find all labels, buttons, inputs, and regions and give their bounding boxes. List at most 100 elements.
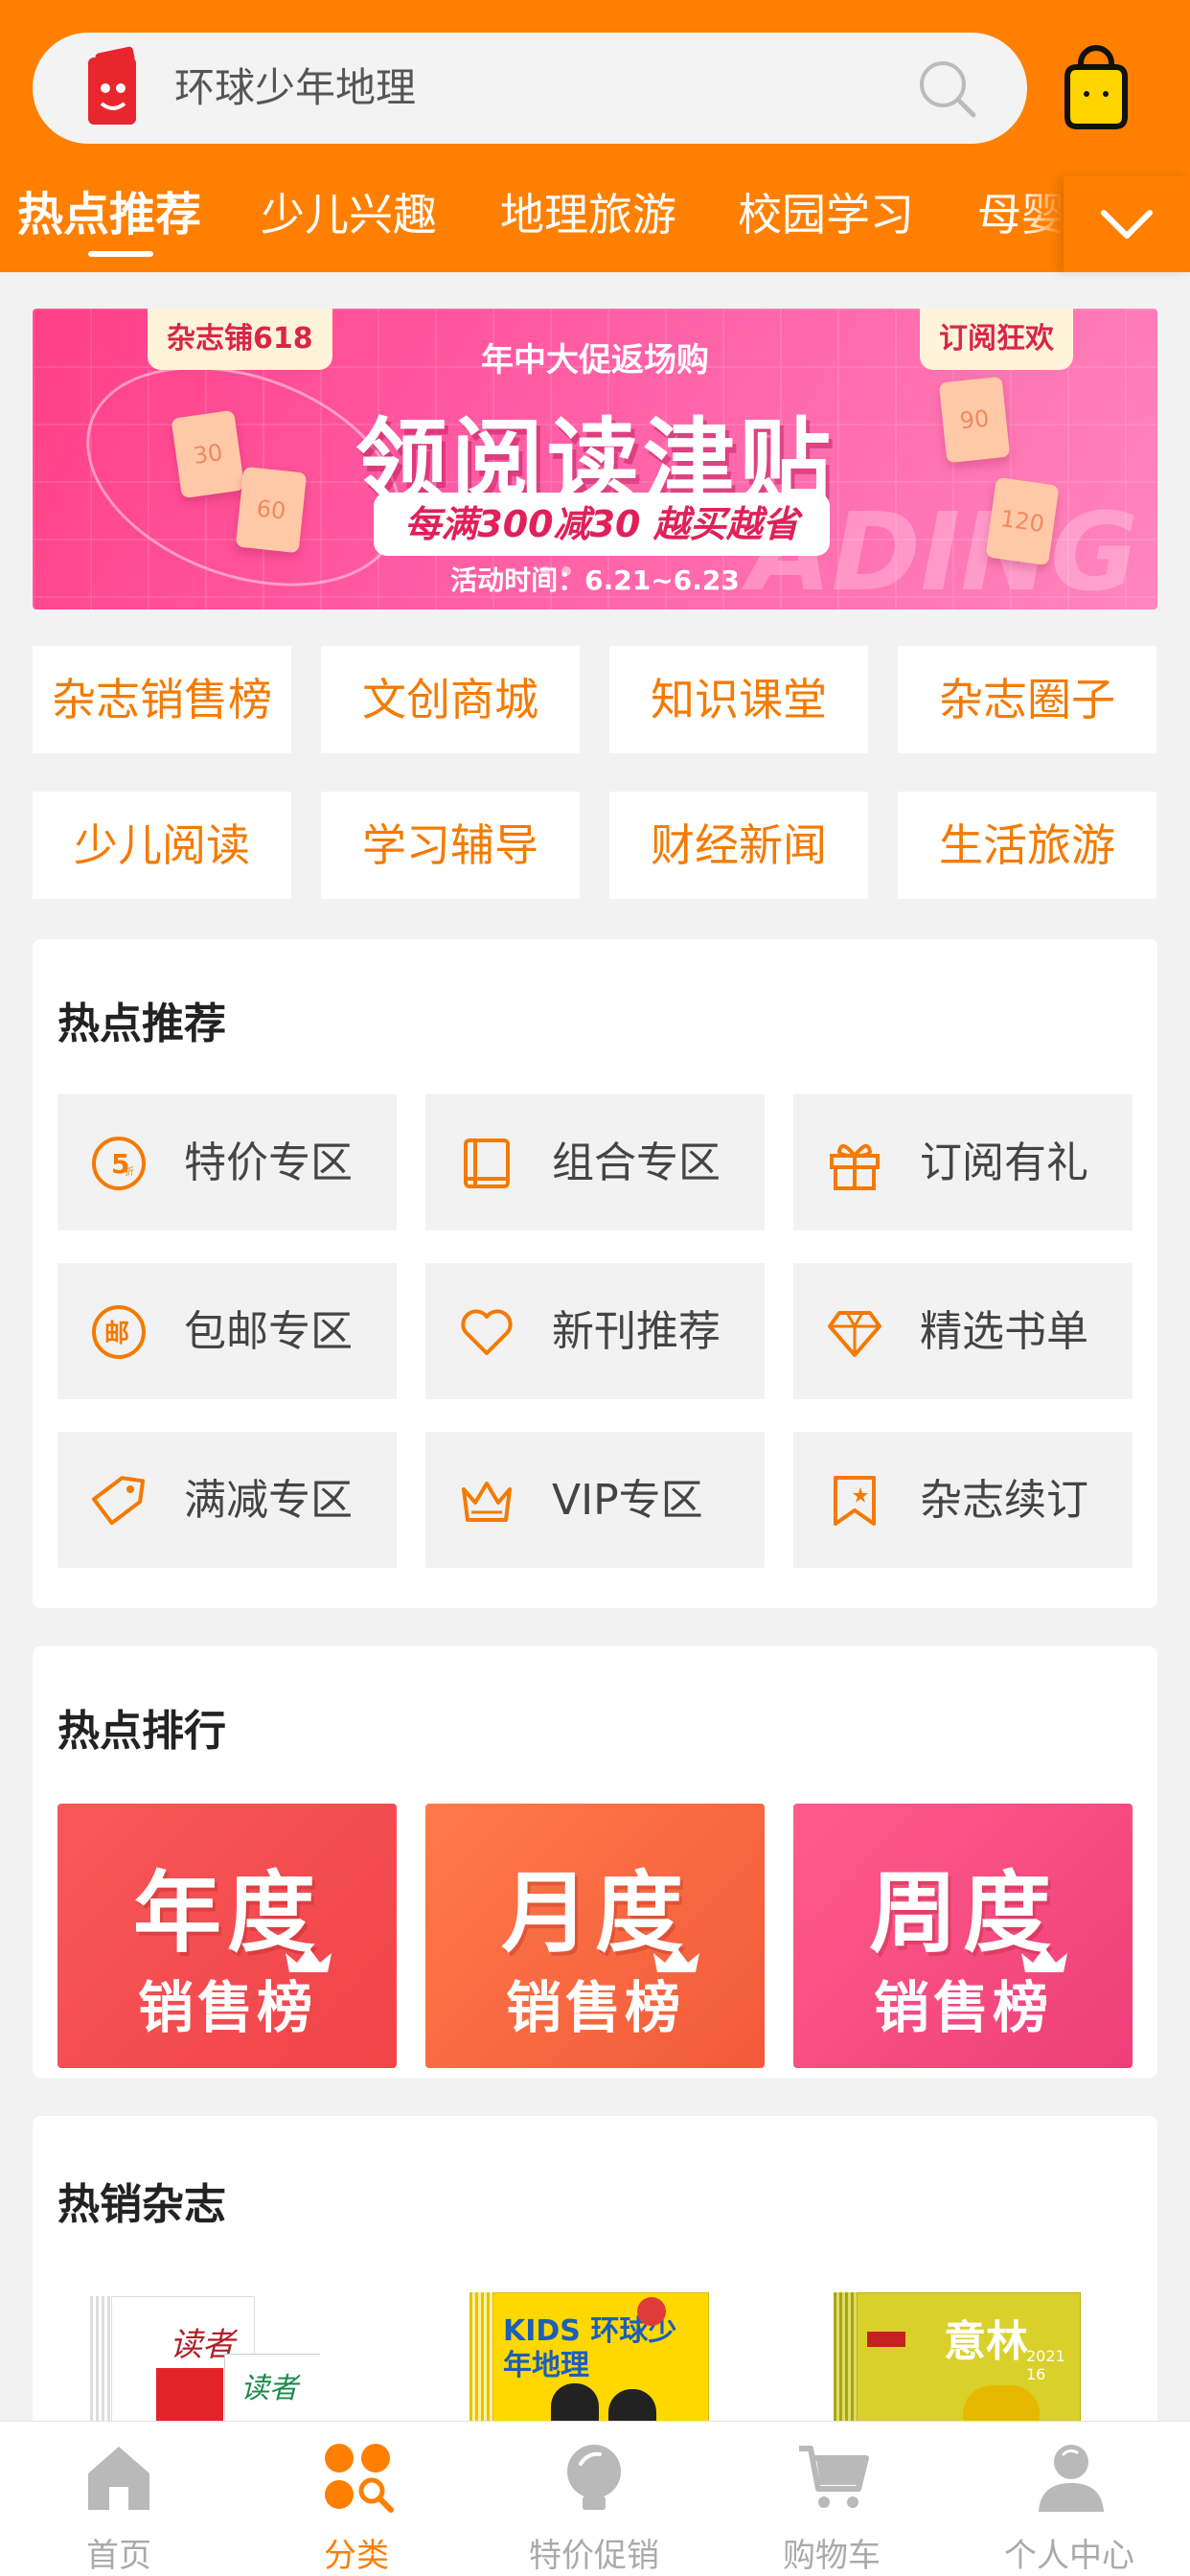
hot-item-renewal[interactable]: 杂志续订 bbox=[793, 1432, 1133, 1568]
magazine-kids-geo[interactable]: KIDS 环球少年地理 bbox=[469, 2292, 719, 2430]
hot-magazines-section: 热销杂志 读者 读者 KIDS 环球少年地理 意林 2021 16 bbox=[33, 2116, 1157, 2442]
svg-text:邮: 邮 bbox=[104, 1320, 129, 1348]
tab-kids-interest[interactable]: 少儿兴趣 bbox=[261, 184, 437, 245]
quick-link-study-tutoring[interactable]: 学习辅导 bbox=[321, 792, 580, 899]
chevron-down-icon bbox=[1101, 210, 1153, 239]
diamond-icon bbox=[828, 1311, 881, 1357]
badge-art bbox=[637, 2297, 666, 2326]
home-icon bbox=[88, 2447, 149, 2510]
nav-promotions[interactable]: 特价促销 bbox=[475, 2422, 713, 2576]
magazine-cover-title: 意林 bbox=[944, 2317, 1028, 2366]
hot-item-label: 杂志续订 bbox=[920, 1476, 1088, 1525]
tabs-fade bbox=[1025, 176, 1064, 272]
hot-item-label: 特价专区 bbox=[184, 1138, 353, 1187]
nav-category[interactable]: 分类 bbox=[238, 2422, 475, 2576]
magazine-spines bbox=[90, 2296, 113, 2430]
section-title: 热点推荐 bbox=[57, 1000, 226, 1048]
tabs-expand-button[interactable] bbox=[1064, 176, 1190, 272]
rank-period: 月度 bbox=[500, 1862, 689, 1965]
magazine-cover: KIDS 环球少年地理 bbox=[492, 2292, 709, 2430]
nav-label: 特价促销 bbox=[529, 2537, 659, 2575]
search-bar[interactable]: 环球少年地理 bbox=[33, 33, 1027, 144]
category-tabs: 热点推荐 少儿兴趣 地理旅游 校园学习 母婴 bbox=[0, 176, 1190, 272]
promo-banner[interactable]: ADING 30 60 90 120 杂志铺618 订阅狂欢 年中大促返场购 领… bbox=[33, 309, 1157, 610]
hot-item-subscribe-gift[interactable]: 订阅有礼 bbox=[793, 1094, 1133, 1230]
category-icon bbox=[325, 2444, 394, 2513]
banner-headline: 年中大促返场购 bbox=[481, 341, 709, 380]
hot-recommend-section: 热点推荐 5 折 特价专区 组合专区 订阅有礼 邮 包邮专区 新刊推荐 精选书单… bbox=[33, 939, 1157, 1608]
magazine-cover: 意林 2021 16 bbox=[857, 2292, 1081, 2430]
crown-icon bbox=[462, 1482, 512, 1522]
rank-label: 销售榜 bbox=[505, 1975, 684, 2040]
book-icon bbox=[464, 1138, 510, 1188]
hot-item-discount-zone[interactable]: 满减专区 bbox=[57, 1432, 397, 1568]
tab-campus-study[interactable]: 校园学习 bbox=[738, 184, 914, 245]
rank-monthly-button[interactable]: 月度 销售榜 bbox=[425, 1804, 765, 2068]
magazine-issue: 2021 16 bbox=[1026, 2347, 1065, 2383]
search-icon[interactable] bbox=[918, 59, 977, 119]
nav-profile[interactable]: 个人中心 bbox=[950, 2422, 1188, 2576]
nav-label: 分类 bbox=[324, 2537, 389, 2575]
rank-weekly-button[interactable]: 周度 销售榜 bbox=[793, 1804, 1133, 2068]
hot-item-label: 新刊推荐 bbox=[552, 1307, 721, 1356]
app-logo-icon bbox=[88, 46, 136, 125]
magazine-cover-title: KIDS 环球少年地理 bbox=[503, 2314, 677, 2382]
heart-icon bbox=[461, 1309, 513, 1355]
crown-icon bbox=[286, 1947, 332, 1972]
hot-item-special-price[interactable]: 5 折 特价专区 bbox=[57, 1094, 397, 1230]
hot-item-label: 满减专区 bbox=[184, 1476, 353, 1525]
quick-link-finance-news[interactable]: 财经新闻 bbox=[609, 792, 868, 899]
user-icon bbox=[1039, 2445, 1104, 2512]
hot-item-label: 组合专区 bbox=[552, 1138, 721, 1187]
banner-offer: 每满300减30 越买越省 bbox=[374, 493, 830, 556]
crown-icon bbox=[653, 1947, 699, 1972]
search-input[interactable]: 环球少年地理 bbox=[174, 59, 416, 117]
price-tag-icon bbox=[91, 1476, 146, 1526]
carousel-dot[interactable] bbox=[540, 566, 550, 576]
hot-ranking-section: 热点排行 年度 销售榜 月度 销售榜 周度 销售榜 bbox=[33, 1646, 1157, 2078]
tab-geo-travel[interactable]: 地理旅游 bbox=[500, 184, 676, 245]
active-tab-indicator bbox=[88, 251, 153, 257]
mail-icon: 邮 bbox=[92, 1305, 146, 1359]
magazine-yilin[interactable]: 意林 2021 16 bbox=[834, 2292, 1092, 2430]
shopping-bag-icon[interactable] bbox=[1060, 44, 1133, 132]
rank-label: 销售榜 bbox=[873, 1975, 1052, 2040]
nav-cart[interactable]: 购物车 bbox=[713, 2422, 950, 2576]
magazine-logo-art bbox=[867, 2332, 905, 2347]
nav-label: 购物车 bbox=[783, 2537, 881, 2575]
rank-label: 销售榜 bbox=[137, 1975, 316, 2040]
hot-item-label: VIP专区 bbox=[552, 1476, 703, 1525]
hot-item-combo[interactable]: 组合专区 bbox=[425, 1094, 765, 1230]
bottom-navigation: 首页 分类 特价促销 购物车 个人中心 bbox=[0, 2421, 1190, 2576]
carousel-dot[interactable] bbox=[561, 566, 571, 576]
svg-text:折: 折 bbox=[125, 1165, 134, 1178]
hot-item-curated-list[interactable]: 精选书单 bbox=[793, 1263, 1133, 1399]
carousel-dots bbox=[540, 562, 583, 580]
banner-date: 活动时间：6.21~6.23 bbox=[450, 564, 740, 596]
magazine-spines bbox=[834, 2292, 858, 2430]
header: 环球少年地理 热点推荐 少儿兴趣 地理旅游 校园学习 母婴 bbox=[0, 0, 1190, 272]
rank-period: 年度 bbox=[132, 1862, 321, 1965]
cart-icon bbox=[799, 2446, 869, 2508]
hot-item-label: 订阅有礼 bbox=[920, 1138, 1088, 1187]
magazine-cover: 读者 bbox=[224, 2354, 320, 2430]
quick-link-creative-mall[interactable]: 文创商城 bbox=[321, 646, 580, 753]
section-title: 热点排行 bbox=[57, 1707, 226, 1756]
tab-hot-recommend[interactable]: 热点推荐 bbox=[17, 184, 201, 245]
hot-item-free-shipping[interactable]: 邮 包邮专区 bbox=[57, 1263, 397, 1399]
hot-item-vip[interactable]: VIP专区 bbox=[425, 1432, 765, 1568]
magazine-duzhe[interactable]: 读者 读者 bbox=[90, 2296, 320, 2430]
nav-home[interactable]: 首页 bbox=[0, 2422, 238, 2576]
quick-link-magazine-circle[interactable]: 杂志圈子 bbox=[898, 646, 1156, 753]
quick-link-magazine-sales-rank[interactable]: 杂志销售榜 bbox=[33, 646, 291, 753]
quick-link-knowledge-class[interactable]: 知识课堂 bbox=[609, 646, 868, 753]
quick-link-life-travel[interactable]: 生活旅游 bbox=[898, 792, 1156, 899]
hot-item-new-issues[interactable]: 新刊推荐 bbox=[425, 1263, 765, 1399]
quick-link-kids-reading[interactable]: 少儿阅读 bbox=[33, 792, 291, 899]
magazine-spines bbox=[469, 2292, 494, 2430]
rank-annual-button[interactable]: 年度 销售榜 bbox=[57, 1804, 397, 2068]
nav-label: 首页 bbox=[86, 2537, 151, 2575]
discount-5-icon: 5 折 bbox=[92, 1137, 146, 1190]
crown-icon bbox=[1021, 1947, 1067, 1972]
hot-item-label: 精选书单 bbox=[920, 1307, 1088, 1356]
